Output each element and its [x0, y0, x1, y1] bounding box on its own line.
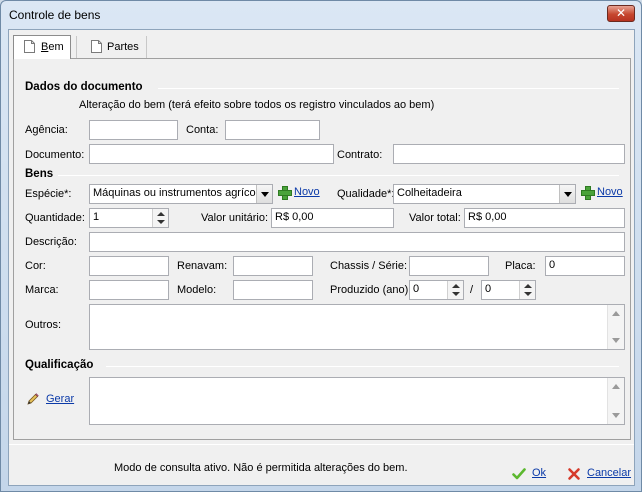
descricao-label: Descrição: — [25, 236, 77, 248]
close-button[interactable]: ✕ — [607, 5, 635, 22]
renavam-label: Renavam: — [177, 260, 228, 272]
quantidade-spin-buttons[interactable] — [152, 209, 168, 227]
outros-textarea[interactable] — [89, 304, 625, 350]
scroll-down-icon[interactable] — [612, 338, 620, 343]
outros-label: Outros: — [25, 319, 62, 331]
footer-divider — [9, 444, 634, 445]
arrow-up-icon[interactable] — [452, 284, 460, 288]
produzido-from-spin-buttons[interactable] — [447, 281, 463, 299]
agencia-input[interactable] — [89, 120, 178, 140]
divider — [58, 175, 619, 176]
dialog-window: Controle de bens ✕ Bem Partes Dados do d… — [0, 0, 642, 492]
gerar-link[interactable]: Gerar — [46, 393, 74, 405]
produzido-separator: / — [470, 284, 474, 296]
qualidade-select[interactable]: Colheitadeira — [393, 184, 576, 204]
quantidade-stepper[interactable]: 1 — [89, 208, 169, 228]
chassis-label: Chassis / Série: — [330, 260, 408, 272]
modelo-label: Modelo: — [177, 284, 217, 296]
documento-input[interactable] — [89, 144, 334, 164]
tab-bem-label: Bem — [41, 41, 64, 53]
renavam-input[interactable] — [233, 256, 313, 276]
cancel-button[interactable]: Cancelar — [567, 464, 635, 484]
chevron-down-icon — [564, 192, 572, 197]
ok-button-label: Ok — [532, 467, 547, 479]
valor-total-input[interactable]: R$ 0,00 — [464, 208, 625, 228]
valor-unitario-input[interactable]: R$ 0,00 — [271, 208, 394, 228]
marca-label: Marca: — [25, 284, 59, 296]
outros-scrollbar[interactable] — [607, 305, 624, 349]
valor-unitario-label: Valor unitário: — [201, 212, 269, 224]
agencia-label: Agência: — [25, 124, 68, 136]
conta-label: Conta: — [186, 124, 219, 136]
modelo-input[interactable] — [233, 280, 313, 300]
placa-input[interactable]: 0 — [545, 256, 625, 276]
arrow-down-icon[interactable] — [452, 292, 460, 296]
arrow-down-icon[interactable] — [157, 220, 165, 224]
section-title-bens: Bens — [25, 168, 54, 180]
qualidade-dropdown-button[interactable] — [559, 185, 575, 203]
qualificacao-scrollbar[interactable] — [607, 378, 624, 424]
marca-input[interactable] — [89, 280, 169, 300]
section-title-documento: Dados do documento — [25, 81, 143, 93]
cor-label: Cor: — [25, 260, 46, 272]
produzido-to-stepper[interactable]: 0 — [481, 280, 536, 300]
chevron-down-icon — [261, 192, 269, 197]
produzido-from-stepper[interactable]: 0 — [409, 280, 464, 300]
valor-total-label: Valor total: — [409, 212, 461, 224]
conta-input[interactable] — [225, 120, 320, 140]
quantidade-value: 1 — [93, 211, 100, 223]
contrato-label: Contrato: — [337, 149, 383, 161]
especie-dropdown-button[interactable] — [256, 185, 272, 203]
descricao-input[interactable] — [89, 232, 625, 252]
document-icon — [91, 40, 102, 53]
tab-partes[interactable]: Partes — [76, 36, 147, 58]
produzido-to-value: 0 — [485, 283, 492, 295]
qualidade-label: Qualidade*: — [337, 188, 395, 200]
placa-label: Placa: — [505, 260, 536, 272]
produzido-label: Produzido (ano): — [330, 284, 412, 296]
cor-input[interactable] — [89, 256, 169, 276]
status-message: Modo de consulta ativo. Não é permitida … — [114, 462, 408, 474]
section-title-qualificacao: Qualificação — [25, 359, 94, 371]
cancel-x-icon — [568, 468, 580, 480]
chassis-input[interactable] — [409, 256, 489, 276]
document-icon — [24, 40, 35, 53]
especie-label: Espécie*: — [25, 188, 72, 200]
documento-label: Documento: — [25, 149, 85, 161]
title-bar[interactable]: Controle de bens ✕ — [1, 1, 641, 29]
arrow-up-icon[interactable] — [524, 284, 532, 288]
client-area: Bem Partes Dados do documento Alteração … — [8, 29, 635, 486]
check-icon — [512, 468, 526, 480]
divider — [106, 366, 619, 367]
scroll-down-icon[interactable] — [612, 413, 620, 418]
scroll-up-icon[interactable] — [612, 384, 620, 389]
tab-panel-bem: Dados do documento Alteração do bem (ter… — [13, 58, 631, 440]
produzido-from-value: 0 — [413, 283, 420, 295]
arrow-down-icon[interactable] — [524, 292, 532, 296]
pencil-icon[interactable] — [26, 393, 39, 406]
produzido-to-spin-buttons[interactable] — [519, 281, 535, 299]
especie-selected-value: Máquinas ou instrumentos agrícolas — [93, 187, 270, 199]
tab-partes-label: Partes — [107, 41, 139, 53]
cancel-button-label: Cancelar — [587, 467, 632, 479]
window-title: Controle de bens — [9, 8, 101, 22]
add-especie-icon[interactable] — [278, 186, 292, 200]
qualificacao-textarea[interactable] — [89, 377, 625, 425]
novo-qualidade-link[interactable]: Novo — [597, 186, 623, 198]
add-qualidade-icon[interactable] — [581, 186, 595, 200]
qualidade-selected-value: Colheitadeira — [397, 187, 462, 199]
tab-bem[interactable]: Bem — [13, 35, 71, 59]
contrato-input[interactable] — [393, 144, 625, 164]
edit-note: Alteração do bem (terá efeito sobre todo… — [79, 99, 435, 111]
ok-button[interactable]: Ok — [512, 464, 552, 484]
quantidade-label: Quantidade: — [25, 212, 85, 224]
arrow-up-icon[interactable] — [157, 212, 165, 216]
especie-select[interactable]: Máquinas ou instrumentos agrícolas — [89, 184, 273, 204]
scroll-up-icon[interactable] — [612, 311, 620, 316]
novo-especie-link[interactable]: Novo — [294, 186, 320, 198]
divider — [158, 88, 619, 89]
